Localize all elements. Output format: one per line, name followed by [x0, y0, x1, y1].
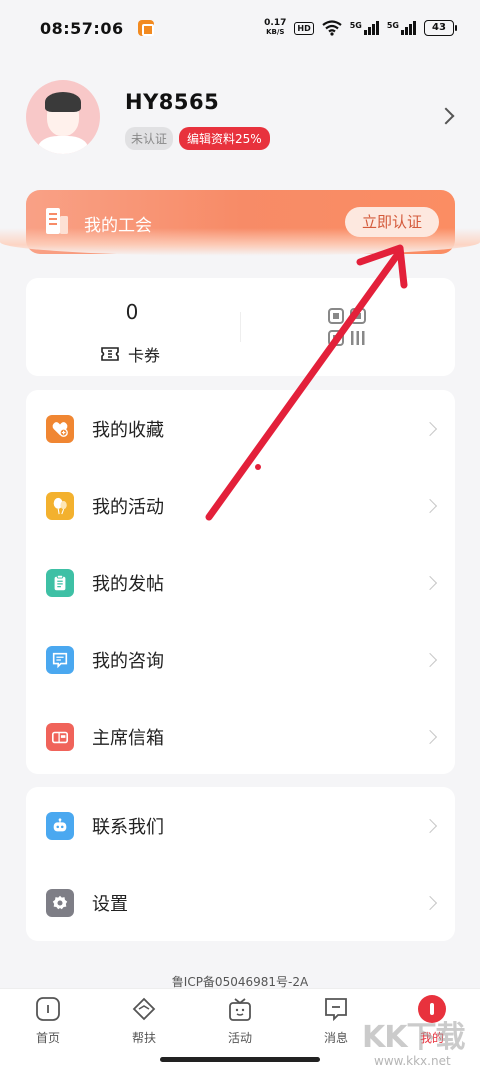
mailbox-icon: [46, 722, 74, 751]
avatar[interactable]: [26, 80, 100, 154]
divider: [240, 312, 241, 342]
menu-label: 联系我们: [92, 816, 164, 838]
handshake-icon: [132, 997, 156, 1021]
wifi-icon: [322, 20, 342, 36]
status-time: 08:57:06: [40, 18, 124, 38]
coupon-card: 0 卡券: [26, 278, 455, 376]
menu-item-posts[interactable]: 我的发帖: [26, 544, 455, 621]
message-icon: [325, 998, 347, 1022]
chevron-right-icon: [422, 421, 438, 436]
speed-value: 0.17: [264, 18, 287, 28]
clipboard-icon: [46, 568, 74, 597]
menu-label: 设置: [92, 893, 128, 915]
tab-home[interactable]: 首页: [0, 989, 96, 1072]
tab-label: 首页: [35, 1031, 60, 1045]
coupon-count: 0: [125, 300, 139, 324]
balloon-icon: [46, 491, 74, 520]
tab-label: 帮扶: [131, 1031, 156, 1045]
sim1-label: 5G: [349, 21, 362, 30]
union-document-icon: [46, 208, 68, 234]
certify-now-button[interactable]: 立即认证: [345, 207, 439, 237]
secondary-menu-card: 联系我们 设置: [26, 787, 455, 941]
home-indicator[interactable]: [160, 1057, 320, 1062]
menu-item-consultation[interactable]: 我的咨询: [26, 621, 455, 698]
home-icon: [36, 997, 60, 1021]
menu-item-contact-us[interactable]: 联系我们: [26, 787, 455, 864]
menu-card: 我的收藏 我的活动 我的发帖 我的咨询 主席信箱: [26, 390, 455, 774]
signal-icon-sim1: 5G: [350, 21, 379, 35]
watermark-logo: KK下载: [362, 1020, 465, 1055]
speed-unit: KB/S: [266, 28, 285, 36]
menu-label: 我的收藏: [92, 419, 164, 441]
union-title: 我的工会: [84, 216, 152, 236]
union-banner[interactable]: 我的工会 立即认证: [0, 190, 480, 256]
ticket-icon: [101, 347, 119, 361]
chevron-right-icon: [422, 818, 438, 833]
status-bar: 08:57:06 0.17 KB/S HD 5G 5G 43: [0, 0, 480, 56]
chevron-right-icon: [422, 895, 438, 910]
coupon-label: 卡券: [128, 346, 161, 365]
gear-icon: [46, 888, 74, 917]
menu-label: 我的咨询: [92, 650, 164, 672]
app-notification-icon: [137, 20, 154, 36]
watermark-url: www.kkx.net: [374, 1054, 451, 1068]
status-indicators: 0.17 KB/S HD 5G 5G 43: [264, 19, 457, 37]
sim2-label: 5G: [386, 21, 399, 30]
heart-plus-icon: [46, 414, 74, 443]
gift-box-icon: [229, 998, 251, 1021]
menu-label: 我的发帖: [92, 573, 164, 595]
menu-item-settings[interactable]: 设置: [26, 864, 455, 941]
chevron-right-icon[interactable]: [437, 107, 455, 125]
coupon-entry[interactable]: 卡券: [100, 342, 160, 366]
hd-icon: HD: [294, 21, 314, 35]
chevron-right-icon: [422, 652, 438, 667]
network-speed: 0.17 KB/S: [264, 19, 286, 37]
chevron-right-icon: [422, 575, 438, 590]
edit-profile-badge[interactable]: 编辑资料25%: [179, 127, 270, 150]
robot-icon: [46, 811, 74, 840]
tab-label: 活动: [227, 1031, 252, 1045]
chevron-right-icon: [422, 729, 438, 744]
menu-item-favorites[interactable]: 我的收藏: [26, 390, 455, 467]
menu-label: 我的活动: [92, 496, 164, 518]
chevron-right-icon: [422, 498, 438, 513]
chat-icon: [46, 645, 74, 674]
signal-icon-sim2: 5G: [387, 21, 416, 35]
battery-icon: 43: [424, 20, 457, 36]
menu-item-activities[interactable]: 我的活动: [26, 467, 455, 544]
menu-label: 主席信箱: [92, 727, 164, 749]
username: HY8565: [125, 90, 220, 114]
unverified-badge: 未认证: [125, 127, 174, 150]
tab-label: 消息: [323, 1031, 348, 1045]
qr-code-icon[interactable]: [328, 308, 366, 346]
menu-item-chairman-mailbox[interactable]: 主席信箱: [26, 698, 455, 775]
profile-badges: 未认证 编辑资料25%: [125, 127, 270, 150]
